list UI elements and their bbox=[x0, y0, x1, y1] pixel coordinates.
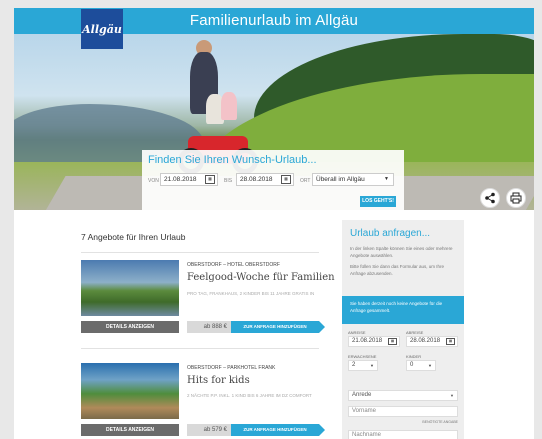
request-empty-note: Sie haben derzeit noch keine Angebote fü… bbox=[342, 296, 464, 324]
calendar-icon[interactable]: ▦ bbox=[205, 175, 215, 184]
from-date-value: 21.08.2018 bbox=[164, 176, 197, 183]
chevron-down-icon: ▼ bbox=[428, 363, 432, 368]
calendar-icon[interactable]: ▦ bbox=[446, 338, 455, 345]
chevron-down-icon: ▼ bbox=[370, 363, 374, 368]
mandatory-note: BENÖTIGTE ANGABE bbox=[422, 420, 458, 424]
offer-image[interactable] bbox=[81, 363, 179, 419]
logo-text: Allgäu bbox=[82, 22, 122, 36]
to-date-input[interactable]: 28.08.2018 ▦ bbox=[236, 173, 294, 186]
offer-price: ab 888 € bbox=[187, 321, 231, 333]
children-value: 0 bbox=[410, 362, 414, 368]
chevron-down-icon: ▼ bbox=[450, 393, 454, 398]
divider bbox=[81, 348, 319, 349]
arrival-label: ANREISE bbox=[348, 330, 366, 335]
calendar-icon[interactable]: ▦ bbox=[281, 175, 291, 184]
offer-price: ab 579 € bbox=[187, 424, 231, 436]
search-panel: Finden Sie Ihren Wunsch-Urlaub... von 21… bbox=[142, 150, 404, 213]
firstname-placeholder: Vorname bbox=[352, 408, 377, 414]
departure-date-input[interactable]: 28.08.2018 ▦ bbox=[406, 336, 458, 347]
place-select-value: Überall im Allgäu bbox=[316, 176, 365, 183]
offers-heading: 7 Angebote für Ihren Urlaub bbox=[81, 232, 186, 242]
arrow-right-icon bbox=[319, 321, 325, 333]
lastname-placeholder: Nachname bbox=[352, 432, 382, 438]
to-date-value: 28.08.2018 bbox=[240, 176, 273, 183]
adults-value: 2 bbox=[352, 362, 356, 368]
place-label: ort bbox=[300, 178, 311, 184]
from-date-input[interactable]: 21.08.2018 ▦ bbox=[160, 173, 218, 186]
firstname-input[interactable]: Vorname bbox=[348, 406, 458, 417]
departure-label: ABREISE bbox=[406, 330, 424, 335]
share-icon bbox=[485, 192, 495, 204]
sidebar-title: Urlaub anfragen... bbox=[350, 228, 431, 239]
arrow-right-icon bbox=[319, 424, 325, 436]
offer-image[interactable] bbox=[81, 260, 179, 316]
chevron-down-icon: ▼ bbox=[384, 176, 389, 182]
print-button[interactable] bbox=[506, 188, 526, 208]
print-icon bbox=[510, 192, 522, 204]
offer-title[interactable]: Hits for kids bbox=[187, 375, 250, 386]
children-label: KINDER bbox=[406, 354, 422, 359]
arrival-date-value: 21.08.2018 bbox=[352, 338, 383, 344]
details-button[interactable]: DETAILS ANZEIGEN bbox=[81, 424, 179, 436]
lastname-input[interactable]: Nachname bbox=[348, 430, 458, 439]
children-select[interactable]: 0 ▼ bbox=[406, 360, 436, 371]
sidebar-text: In der linken Spalte können Sie eines od… bbox=[350, 246, 453, 258]
offer-title[interactable]: Feelgood-Woche für Familien bbox=[187, 272, 335, 283]
share-button[interactable] bbox=[480, 188, 500, 208]
offer-description: PRO TAG, FRANKHAUS, 2 KINDER BIS 11 JAHR… bbox=[187, 291, 315, 296]
offer-description: 2 NÄCHTE P.P. INKL. 1 KIND BIS 6 JAHRE I… bbox=[187, 393, 312, 398]
details-button[interactable]: DETAILS ANZEIGEN bbox=[81, 321, 179, 333]
search-title: Finden Sie Ihren Wunsch-Urlaub... bbox=[148, 154, 317, 166]
place-select[interactable]: Überall im Allgäu ▼ bbox=[312, 173, 394, 186]
from-label: von bbox=[148, 178, 159, 184]
search-submit-button[interactable]: LOS GEHT'S! bbox=[360, 196, 396, 207]
adults-select[interactable]: 2 ▼ bbox=[348, 360, 378, 371]
salutation-select[interactable]: Anrede ▼ bbox=[348, 390, 458, 401]
offer-location: OBERSTDORF – PARKHOTEL FRANK bbox=[187, 365, 276, 371]
adults-label: ERWACHSENE bbox=[348, 354, 377, 359]
departure-date-value: 28.08.2018 bbox=[410, 338, 441, 344]
calendar-icon[interactable]: ▦ bbox=[388, 338, 397, 345]
allgaeu-logo[interactable]: Allgäu bbox=[81, 9, 123, 49]
to-label: bis bbox=[224, 178, 233, 184]
add-to-request-button[interactable]: ZUR ANFRAGE HINZUFÜGEN bbox=[231, 321, 319, 333]
arrival-date-input[interactable]: 21.08.2018 ▦ bbox=[348, 336, 400, 347]
sidebar-text: Bitte füllen Sie dann das Formular aus, … bbox=[350, 264, 445, 276]
hero-person-child bbox=[221, 92, 237, 120]
divider bbox=[81, 252, 319, 253]
page: Familienurlaub im Allgäu Allgäu Finden S… bbox=[14, 8, 534, 439]
request-sidebar: Urlaub anfragen... In der linken Spalte … bbox=[342, 220, 464, 439]
offer-location: OBERSTDORF – HOTEL OBERSTDORF bbox=[187, 262, 280, 268]
salutation-placeholder: Anrede bbox=[352, 392, 372, 398]
add-to-request-button[interactable]: ZUR ANFRAGE HINZUFÜGEN bbox=[231, 424, 319, 436]
